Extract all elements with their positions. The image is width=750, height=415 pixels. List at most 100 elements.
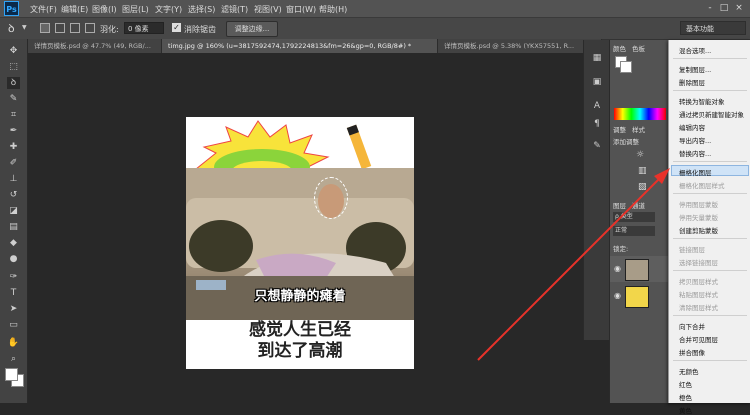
history-brush-tool-icon[interactable]: ↺ [7, 189, 20, 201]
context-menu-item[interactable]: 混合选项... [679, 45, 711, 55]
menu-separator [673, 360, 747, 361]
blur-tool-icon[interactable]: ◆ [7, 237, 20, 249]
marquee-tool-icon[interactable]: ⬚ [7, 61, 20, 73]
foreground-color-swatch[interactable] [5, 368, 18, 381]
context-menu-item[interactable]: 通过拷贝新建智能对象 [679, 109, 744, 119]
brightness-icon[interactable]: ☼ [636, 150, 644, 160]
context-menu-item[interactable]: 复制图层... [679, 64, 711, 74]
context-menu-item[interactable]: 合并可见图层 [679, 334, 718, 344]
context-menu-item[interactable]: 编辑内容 [679, 122, 705, 132]
context-menu-item[interactable]: 无颜色 [679, 366, 699, 376]
context-menu-item[interactable]: 拼合图像 [679, 347, 705, 357]
dodge-tool-icon[interactable]: ● [7, 253, 20, 265]
antialias-checkbox[interactable]: ✓ [172, 23, 181, 32]
context-menu-item[interactable]: 替换内容... [679, 148, 711, 158]
intersect-selection-icon[interactable] [85, 23, 95, 33]
history-panel-icon[interactable]: ▦ [591, 52, 603, 64]
shape-tool-icon[interactable]: ▭ [7, 319, 20, 331]
tab-document[interactable]: 详情页模板.psd @ 5.38% (YKX57551, R... [438, 39, 602, 53]
quick-select-tool-icon[interactable]: ✎ [7, 93, 20, 105]
tab-channels[interactable]: 通道 [632, 200, 645, 210]
context-menu-item[interactable]: 导出内容... [679, 135, 711, 145]
tab-document[interactable]: 详情页模板.psd @ 47.7% (49, RGB/... [28, 39, 162, 53]
menu-window[interactable]: 窗口(W) [286, 4, 316, 15]
workspace-select[interactable]: 基本功能 [680, 21, 746, 35]
subtract-selection-icon[interactable] [70, 23, 80, 33]
add-selection-icon[interactable] [55, 23, 65, 33]
layer-row[interactable]: ◉ [610, 256, 670, 282]
stamp-tool-icon[interactable]: ⊥ [7, 173, 20, 185]
menu-layer[interactable]: 图层(L) [122, 4, 149, 15]
context-menu-item[interactable]: 删除图层 [679, 77, 705, 87]
menu-separator [673, 315, 747, 316]
tab-layers[interactable]: 图层 [613, 200, 626, 210]
character-panel-icon[interactable]: A [591, 100, 603, 112]
layer-thumbnail [625, 286, 649, 308]
new-selection-icon[interactable] [40, 23, 50, 33]
menu-select[interactable]: 选择(S) [188, 4, 215, 15]
layer-row[interactable]: ◉ [610, 284, 670, 308]
menu-separator [673, 238, 747, 239]
context-menu-item[interactable]: 黄色 [679, 405, 692, 415]
context-menu-item: 停用矢量蒙版 [679, 214, 718, 222]
context-menu-item[interactable]: 转换为智能对象 [679, 96, 725, 106]
context-menu-item: 链接图层 [679, 246, 705, 254]
brush-tool-icon[interactable]: ✐ [7, 157, 20, 169]
eye-icon[interactable]: ◉ [614, 264, 621, 273]
photoshop-logo: Ps [4, 1, 19, 16]
context-menu-item[interactable]: 橙色 [679, 392, 692, 402]
feather-input[interactable]: 0 像素 [124, 22, 164, 34]
tab-styles[interactable]: 样式 [632, 124, 645, 134]
menu-view[interactable]: 视图(V) [254, 4, 282, 15]
menu-help[interactable]: 帮助(H) [319, 4, 347, 15]
blend-mode-select[interactable]: 正常 [613, 226, 655, 236]
chevron-down-icon[interactable]: ▼ [22, 24, 27, 31]
tab-document-active[interactable]: timg.jpg @ 160% (u=3817592474,1792224813… [162, 39, 438, 53]
eyedropper-tool-icon[interactable]: ✒ [7, 125, 20, 137]
right-panels: 颜色 色板 调整 样式 添加调整 ☼ ▥ ▧ 图层 通道 ρ 类型 正常 锁定:… [609, 40, 670, 403]
properties-panel-icon[interactable]: ▣ [591, 76, 603, 88]
document-canvas[interactable]: 只想静静的瘫着 感觉人生已经 到达了高潮 [186, 117, 414, 369]
context-menu-item[interactable]: 向下合并 [679, 321, 705, 331]
context-menu-item[interactable]: 红色 [679, 379, 692, 389]
context-menu-item[interactable]: 栅格化图层 [679, 167, 712, 177]
menu-bar: Ps 文件(F) 编辑(E) 图像(I) 图层(L) 文字(Y) 选择(S) 滤… [0, 0, 750, 18]
tab-swatches[interactable]: 色板 [632, 43, 645, 53]
hand-tool-icon[interactable]: ✋ [7, 337, 20, 349]
layer-filter-select[interactable]: ρ 类型 [613, 212, 655, 222]
tab-adjustments[interactable]: 调整 [613, 124, 626, 134]
close-button[interactable]: × [733, 2, 745, 14]
menu-edit[interactable]: 编辑(E) [61, 4, 88, 15]
menu-filter[interactable]: 滤镜(T) [221, 4, 248, 15]
pen-tool-icon[interactable]: ✑ [7, 271, 20, 283]
context-menu-item[interactable]: 创建剪贴蒙版 [679, 225, 718, 235]
eraser-tool-icon[interactable]: ◪ [7, 205, 20, 217]
type-tool-icon[interactable]: T [7, 287, 20, 299]
maximize-button[interactable]: □ [718, 2, 730, 14]
path-select-tool-icon[interactable]: ➤ [7, 303, 20, 315]
menu-file[interactable]: 文件(F) [30, 4, 57, 15]
tab-color[interactable]: 颜色 [613, 43, 626, 53]
panel-bg-swatch[interactable] [620, 61, 632, 73]
photo-filter-icon[interactable]: ▧ [638, 182, 647, 192]
color-spectrum-bar[interactable] [614, 108, 666, 120]
healing-tool-icon[interactable]: ✚ [7, 141, 20, 153]
crop-tool-icon[interactable]: ⌗ [7, 109, 20, 121]
gradient-tool-icon[interactable]: ▤ [7, 221, 20, 233]
lasso-preset-icon[interactable]: ꝺ [8, 21, 15, 36]
menu-type[interactable]: 文字(Y) [155, 4, 182, 15]
refine-edge-button[interactable]: 调整边缘... [226, 21, 278, 37]
zoom-tool-icon[interactable]: ⌕ [7, 353, 20, 365]
minimize-button[interactable]: - [704, 2, 716, 14]
panel-dock: ▦ ▣ A ¶ ✎ [583, 40, 610, 340]
antialias-label: 消除锯齿 [184, 25, 216, 34]
menu-image[interactable]: 图像(I) [92, 4, 117, 15]
options-bar: ꝺ ▼ 羽化: 0 像素 ✓ 消除锯齿 调整边缘... 基本功能 [0, 18, 750, 40]
levels-icon[interactable]: ▥ [638, 166, 647, 176]
lasso-tool-icon[interactable]: ꝺ [7, 77, 20, 89]
eye-icon[interactable]: ◉ [614, 291, 621, 300]
paragraph-panel-icon[interactable]: ¶ [591, 118, 603, 130]
move-tool-icon[interactable]: ✥ [7, 45, 20, 57]
tool-presets-icon[interactable]: ✎ [591, 140, 603, 152]
context-menu-item: 栅格化图层样式 [679, 182, 725, 190]
